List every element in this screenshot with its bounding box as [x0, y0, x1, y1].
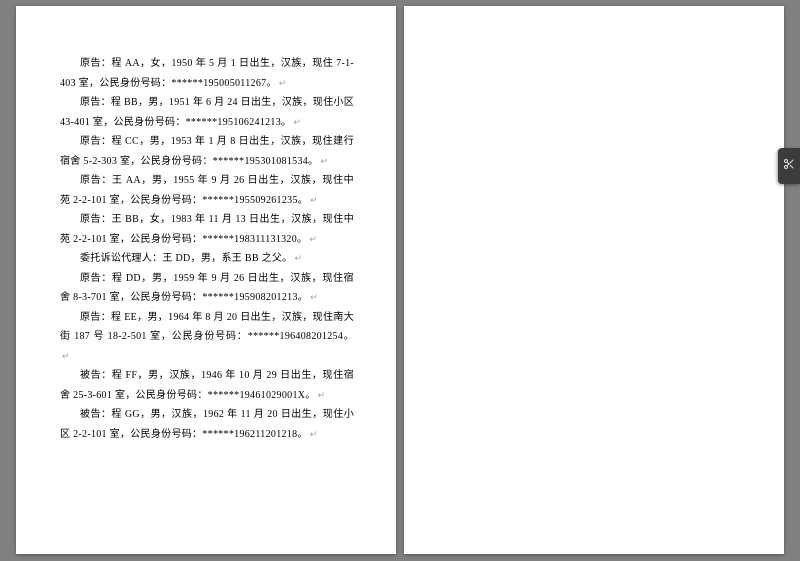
paragraph-mark-icon: ↵ — [310, 429, 318, 439]
paragraph-mark-icon: ↵ — [294, 253, 302, 263]
paragraph: 原告：王 AA，男，1955 年 9 月 26 日出生，汉族，现住中苑 2-2-… — [60, 171, 354, 210]
paragraph: 原告：程 EE，男，1964 年 8 月 20 日出生，汉族，现住南大街 187… — [60, 308, 354, 367]
side-panel-tab[interactable] — [778, 148, 800, 184]
page-right — [404, 6, 784, 554]
scissors-icon — [783, 157, 795, 175]
paragraph-mark-icon: ↵ — [62, 351, 70, 361]
paragraph-mark-icon: ↵ — [279, 78, 287, 88]
paragraph-mark-icon: ↵ — [310, 292, 318, 302]
paragraph: 被告：程 FF，男，汉族，1946 年 10 月 29 日出生，现住宿舍 25-… — [60, 366, 354, 405]
paragraph: 原告：程 CC，男，1953 年 1 月 8 日出生，汉族，现住建行宿舍 5-2… — [60, 132, 354, 171]
paragraph-mark-icon: ↵ — [318, 390, 326, 400]
paragraph: 原告：程 BB，男，1951 年 6 月 24 日出生，汉族，现住小区 43-4… — [60, 93, 354, 132]
page-left: 原告：程 AA，女，1950 年 5 月 1 日出生，汉族，现住 7-1-403… — [16, 6, 396, 554]
paragraph-mark-icon: ↵ — [320, 156, 328, 166]
paragraph: 原告：程 AA，女，1950 年 5 月 1 日出生，汉族，现住 7-1-403… — [60, 54, 354, 93]
paragraph-mark-icon: ↵ — [310, 195, 318, 205]
document-workspace: 原告：程 AA，女，1950 年 5 月 1 日出生，汉族，现住 7-1-403… — [0, 0, 800, 561]
paragraph: 原告：王 BB，女，1983 年 11 月 13 日出生，汉族，现住中苑 2-2… — [60, 210, 354, 249]
paragraph: 委托诉讼代理人：王 DD，男，系王 BB 之父。↵ — [60, 249, 354, 269]
paragraph-mark-icon: ↵ — [293, 117, 301, 127]
paragraph: 原告：程 DD，男，1959 年 9 月 26 日出生，汉族，现住宿舍 8-3-… — [60, 269, 354, 308]
paragraph: 被告：程 GG，男，汉族，1962 年 11 月 20 日出生，现住小区 2-2… — [60, 405, 354, 444]
paragraph-mark-icon: ↵ — [309, 234, 317, 244]
page-left-body: 原告：程 AA，女，1950 年 5 月 1 日出生，汉族，现住 7-1-403… — [60, 54, 354, 444]
